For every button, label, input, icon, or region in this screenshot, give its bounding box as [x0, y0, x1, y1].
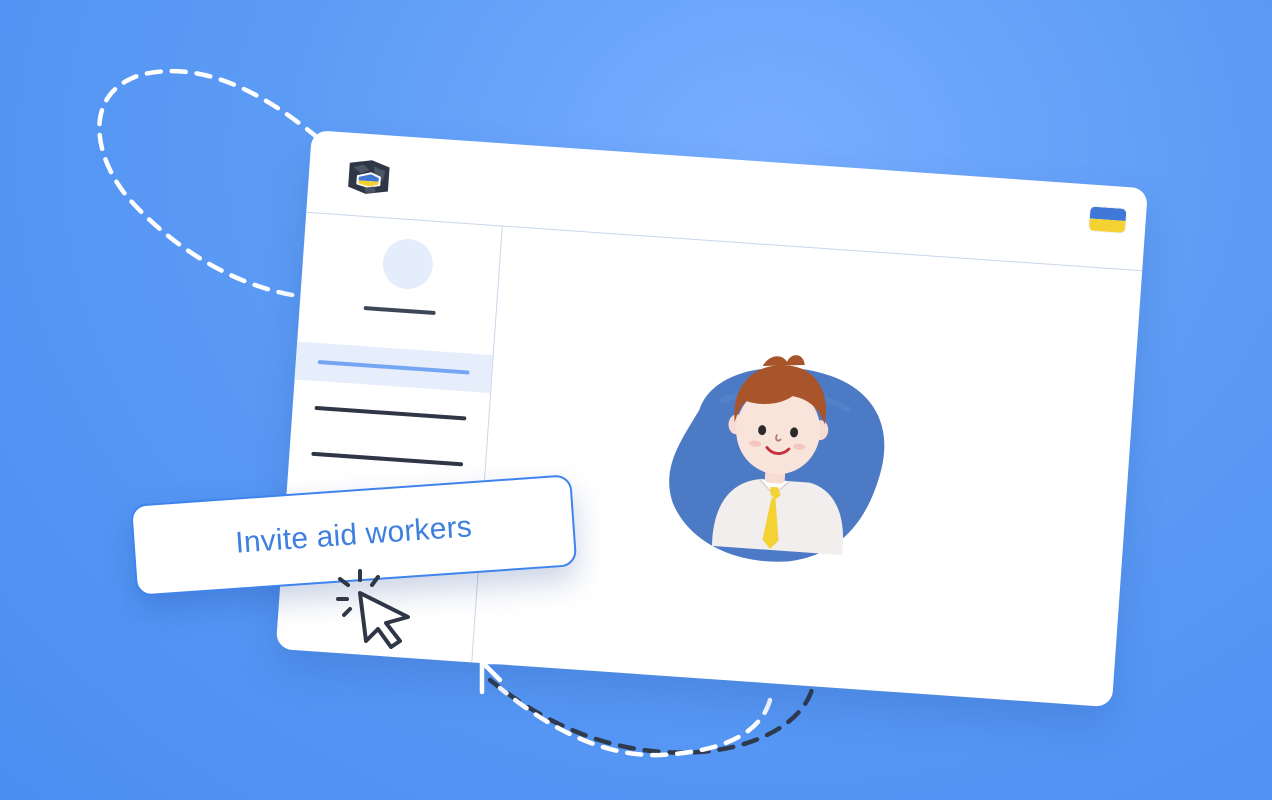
main-content [471, 225, 1142, 707]
sidebar-item-placeholder-bar [317, 359, 470, 375]
sidebar-item-placeholder-bar [314, 405, 467, 421]
sidebar-item-placeholder-bar [311, 451, 464, 467]
aid-worker-illustration [669, 355, 885, 562]
sidebar-item-1[interactable] [294, 341, 493, 394]
dashed-arrow-up-icon [479, 659, 513, 695]
profile-name-placeholder [363, 306, 436, 316]
ukraine-flag-icon[interactable] [1088, 206, 1127, 233]
ukraine-shield-logo-icon[interactable] [344, 156, 395, 197]
sidebar-item-2[interactable] [291, 387, 489, 439]
pointer-cursor-icon [336, 569, 410, 649]
avatar[interactable] [381, 237, 435, 291]
invite-button-label: Invite aid workers [234, 510, 474, 560]
sidebar-item-3[interactable] [288, 433, 486, 485]
